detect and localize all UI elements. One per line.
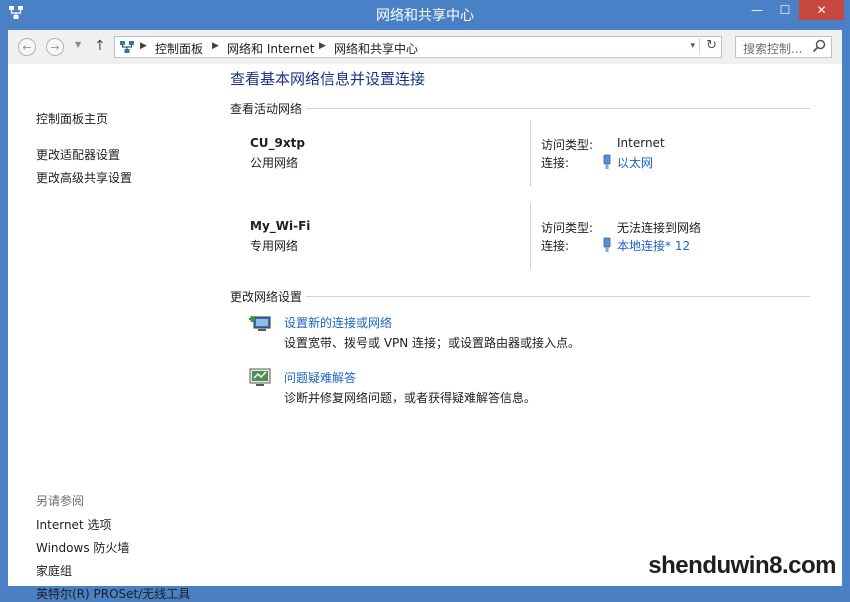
- breadcrumb-network-internet[interactable]: 网络和 Internet: [227, 40, 314, 57]
- client-area: ← → ▼ ↑ ▶ 控制面板 ▶ 网络和 Internet ▶ 网络和共享中心 …: [8, 30, 842, 601]
- section-divider: [306, 108, 810, 109]
- page-title: 查看基本网络信息并设置连接: [230, 70, 426, 88]
- window-controls: — ☐ ✕: [743, 0, 844, 22]
- search-icon[interactable]: [812, 39, 826, 53]
- control-panel-icon: [120, 41, 134, 53]
- connection-label: 连接:: [541, 156, 570, 170]
- close-button[interactable]: ✕: [799, 0, 844, 20]
- network-category-link[interactable]: 公用网络: [250, 154, 298, 171]
- main-content: 查看基本网络信息并设置连接 查看活动网络 CU_9xtp 公用网络 访问类型: …: [230, 64, 842, 586]
- troubleshoot-problems-link[interactable]: 问题疑难解答: [284, 369, 356, 386]
- section-divider: [306, 296, 810, 297]
- ethernet-icon: [603, 154, 611, 169]
- breadcrumb-separator[interactable]: ▶: [212, 41, 219, 51]
- watermark: shenduwin8.com: [648, 552, 836, 579]
- control-panel-home-link[interactable]: 控制面板主页: [36, 110, 108, 127]
- recent-locations-button[interactable]: ▼: [75, 40, 81, 49]
- vertical-divider: [530, 203, 531, 269]
- title-bar[interactable]: 网络和共享中心 — ☐ ✕: [0, 0, 850, 30]
- access-type-label: 访问类型:: [541, 221, 594, 235]
- navigation-bar: ← → ▼ ↑ ▶ 控制面板 ▶ 网络和 Internet ▶ 网络和共享中心 …: [8, 30, 842, 64]
- active-networks-heading: 查看活动网络: [230, 102, 303, 116]
- minimize-button[interactable]: —: [743, 0, 771, 20]
- change-settings-heading: 更改网络设置: [230, 290, 303, 304]
- window: 网络和共享中心 — ☐ ✕ ← → ▼ ↑ ▶ 控制面板 ▶ 网络和 Inter…: [0, 0, 850, 601]
- access-type-value: 无法连接到网络: [617, 221, 702, 235]
- access-type-value: Internet: [617, 136, 665, 150]
- troubleshoot-icon: [249, 368, 271, 386]
- window-title: 网络和共享中心: [376, 8, 474, 24]
- refresh-button[interactable]: ↻: [699, 38, 717, 53]
- change-advanced-sharing-link[interactable]: 更改高级共享设置: [36, 169, 132, 186]
- ethernet-connection-link[interactable]: 以太网: [617, 154, 653, 171]
- see-also-heading: 另请参阅: [36, 494, 85, 508]
- internet-options-link[interactable]: Internet 选项: [36, 516, 111, 533]
- troubleshoot-problems-description: 诊断并修复网络问题，或者获得疑难解答信息。: [284, 391, 537, 405]
- breadcrumb-separator[interactable]: ▶: [319, 41, 326, 51]
- address-dropdown-button[interactable]: ▾: [690, 41, 695, 51]
- left-pane: 控制面板主页 更改适配器设置 更改高级共享设置 另请参阅 Internet 选项…: [8, 64, 220, 601]
- search-placeholder: 搜索控制...: [743, 42, 803, 56]
- connection-label: 连接:: [541, 239, 570, 253]
- access-type-label: 访问类型:: [541, 138, 594, 152]
- ethernet-icon: [603, 237, 611, 252]
- windows-firewall-link[interactable]: Windows 防火墙: [36, 539, 129, 556]
- change-adapter-settings-link[interactable]: 更改适配器设置: [36, 146, 120, 163]
- setup-new-connection-description: 设置宽带、拨号或 VPN 连接；或设置路由器或接入点。: [284, 336, 581, 350]
- maximize-button[interactable]: ☐: [771, 0, 799, 20]
- new-connection-icon: [249, 316, 271, 331]
- network-name: My_Wi-Fi: [250, 219, 311, 233]
- search-input[interactable]: 搜索控制...: [735, 36, 832, 58]
- back-button[interactable]: ←: [18, 38, 36, 56]
- up-button[interactable]: ↑: [94, 38, 106, 54]
- network-name: CU_9xtp: [250, 136, 305, 150]
- breadcrumb-separator[interactable]: ▶: [140, 41, 147, 51]
- breadcrumb-network-sharing-center[interactable]: 网络和共享中心: [334, 40, 418, 57]
- forward-button[interactable]: →: [46, 38, 64, 56]
- setup-new-connection-link[interactable]: 设置新的连接或网络: [284, 314, 392, 331]
- local-connection-link[interactable]: 本地连接* 12: [617, 237, 690, 254]
- vertical-divider: [530, 120, 531, 186]
- network-category-link[interactable]: 专用网络: [250, 237, 298, 254]
- breadcrumb-control-panel[interactable]: 控制面板: [155, 40, 203, 57]
- homegroup-link[interactable]: 家庭组: [36, 562, 72, 579]
- address-bar[interactable]: ▶ 控制面板 ▶ 网络和 Internet ▶ 网络和共享中心 ▾ ↻: [114, 36, 722, 58]
